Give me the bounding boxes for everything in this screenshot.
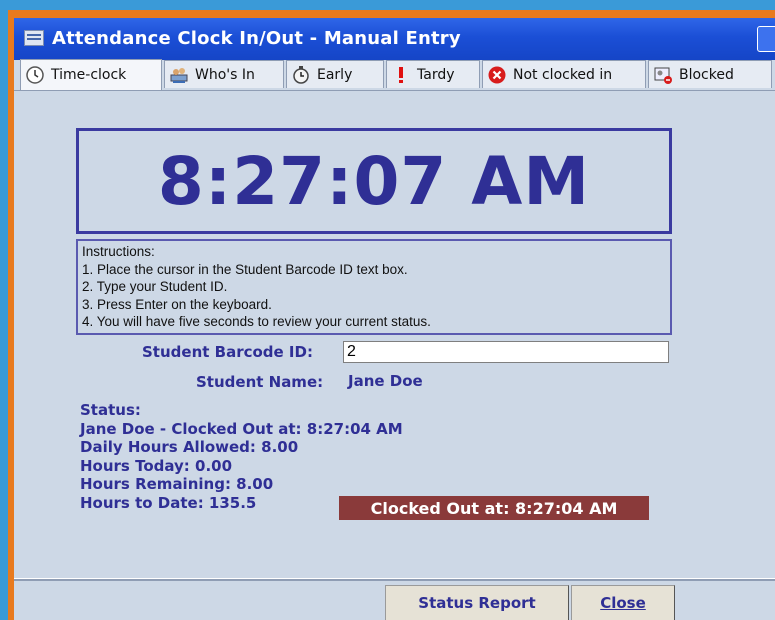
window-control-button[interactable] — [757, 26, 775, 52]
tab-strip: Time-clock Who's In Early Tardy Not cloc… — [14, 59, 775, 91]
title-bar[interactable]: Attendance Clock In/Out - Manual Entry — [14, 18, 775, 60]
red-x-icon — [487, 65, 507, 85]
stopwatch-icon — [291, 65, 311, 85]
clock-display: 8:27:07 AM — [76, 128, 672, 234]
status-report-label: Status Report — [418, 594, 536, 612]
clock-time: 8:27:07 AM — [157, 142, 591, 220]
tab-blocked[interactable]: Blocked — [648, 60, 772, 88]
window-title: Attendance Clock In/Out - Manual Entry — [52, 28, 461, 49]
instruction-step: 2. Type your Student ID. — [82, 279, 228, 295]
close-label: Close — [600, 594, 646, 612]
status-line: Hours Today: 0.00 — [80, 456, 233, 475]
tab-label: Tardy — [417, 66, 455, 83]
student-name-value: Jane Doe — [348, 372, 423, 390]
instructions-box: Instructions: 1. Place the cursor in the… — [76, 239, 672, 335]
instruction-step: 3. Press Enter on the keyboard. — [82, 296, 272, 312]
instructions-heading: Instructions: — [82, 244, 155, 259]
status-heading: Status: — [80, 401, 141, 419]
instruction-step: 1. Place the cursor in the Student Barco… — [82, 261, 408, 277]
form-icon — [24, 30, 44, 46]
status-line: Daily Hours Allowed: 8.00 — [80, 438, 299, 457]
footer-divider — [14, 578, 775, 581]
student-name-label: Student Name: — [196, 373, 324, 391]
tab-label: Blocked — [679, 66, 734, 83]
tab-label: Early — [317, 66, 353, 83]
tab-label: Time-clock — [51, 67, 127, 83]
status-badge: Clocked Out at: 8:27:04 AM — [339, 496, 649, 520]
tab-not-clocked-in[interactable]: Not clocked in — [482, 60, 646, 88]
barcode-input[interactable] — [343, 341, 669, 363]
tab-whos-in[interactable]: Who's In — [164, 60, 284, 88]
tab-tardy[interactable]: Tardy — [386, 60, 480, 88]
close-button[interactable]: Close — [571, 585, 675, 620]
people-icon — [169, 65, 189, 85]
blocked-icon — [653, 65, 673, 85]
status-line: Jane Doe - Clocked Out at: 8:27:04 AM — [80, 419, 403, 438]
tab-time-clock[interactable]: Time-clock — [20, 59, 162, 90]
tab-early[interactable]: Early — [286, 60, 384, 88]
app-window: Attendance Clock In/Out - Manual Entry T… — [14, 18, 775, 620]
tab-label: Not clocked in — [513, 66, 613, 83]
status-report-button[interactable]: Status Report — [385, 585, 569, 620]
clock-icon — [25, 65, 45, 85]
instruction-step: 4. You will have five seconds to review … — [82, 314, 431, 330]
barcode-label: Student Barcode ID: — [142, 343, 313, 361]
status-line: Hours Remaining: 8.00 — [80, 475, 274, 494]
tab-label: Who's In — [195, 66, 255, 83]
exclamation-icon — [391, 65, 411, 85]
